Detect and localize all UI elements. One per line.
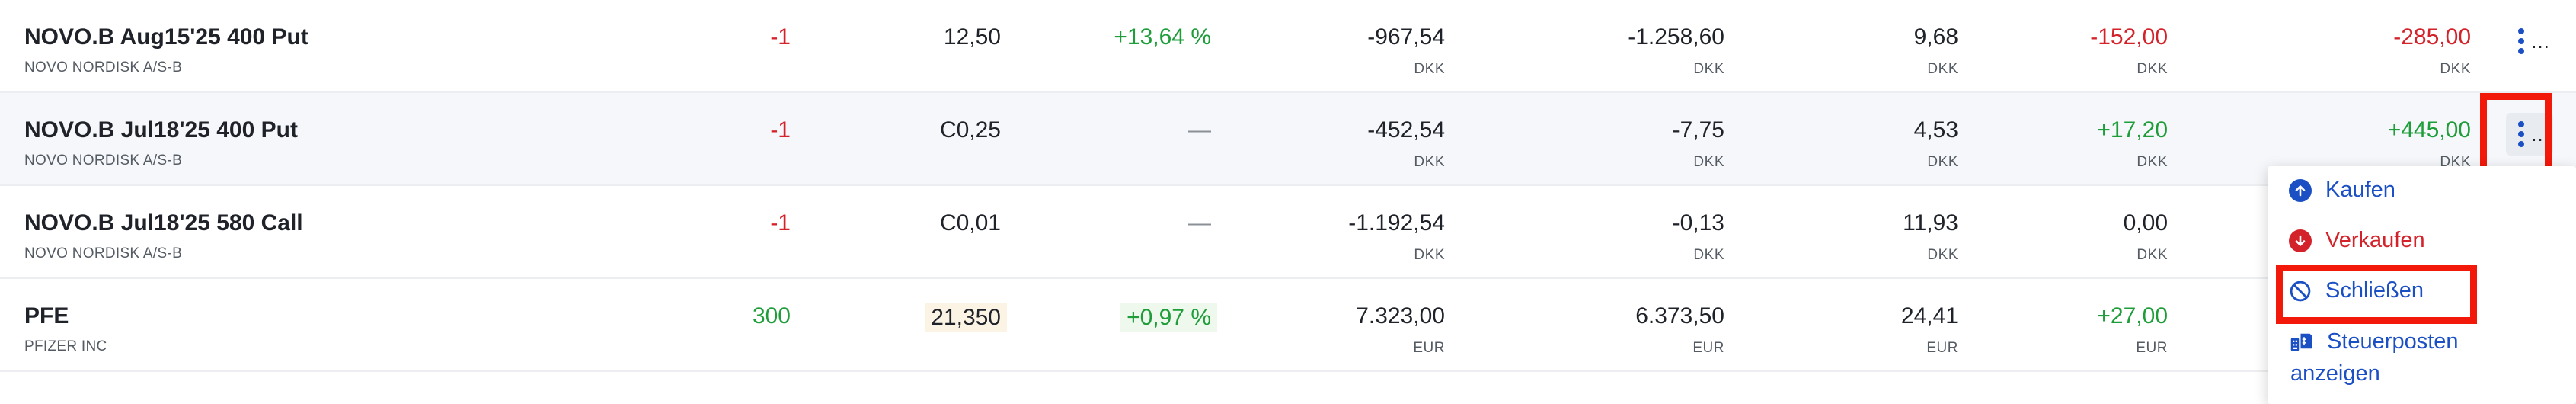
- price-cell: 21,350: [925, 303, 1007, 332]
- tax-document-icon: [2290, 331, 2313, 354]
- quantity: 300: [752, 303, 791, 329]
- menu-item-label: Schließen: [2325, 278, 2424, 303]
- change-percent: —: [1188, 210, 1211, 236]
- currency: DKK: [1693, 61, 1724, 77]
- currency: DKK: [1414, 247, 1445, 263]
- menu-item-sell[interactable]: Verkaufen: [2289, 228, 2425, 253]
- quantity: -1: [770, 210, 791, 236]
- total-pl: +445,00: [2387, 117, 2471, 143]
- market-value: -452,54: [1367, 117, 1445, 143]
- today-pl: -152,00: [2090, 24, 2168, 50]
- market-value: -967,54: [1367, 24, 1445, 50]
- menu-item-label: Steuerposten: [2327, 329, 2459, 354]
- gain-loss: -0,13: [1672, 210, 1724, 236]
- change-percent: +13,64 %: [1114, 24, 1211, 50]
- gain-loss: -7,75: [1672, 117, 1724, 143]
- price: 21,350: [925, 303, 1007, 332]
- currency: DKK: [1927, 247, 1958, 263]
- arrow-down-circle-icon: [2289, 229, 2312, 252]
- row-actions-button[interactable]: …: [2506, 113, 2553, 156]
- currency: DKK: [1927, 154, 1958, 170]
- gain-loss: 6.373,50: [1635, 303, 1724, 329]
- menu-item-close-position[interactable]: Schließen: [2289, 278, 2424, 303]
- instrument-description: NOVO NORDISK A/S-B: [24, 245, 183, 261]
- instrument-description: NOVO NORDISK A/S-B: [24, 152, 183, 168]
- ellipsis: …: [2530, 30, 2550, 53]
- instrument-name[interactable]: NOVO.B Jul18'25 580 Call: [24, 210, 303, 236]
- table-row[interactable]: NOVO.B Aug15'25 400 Put NOVO NORDISK A/S…: [0, 0, 2576, 93]
- table-row[interactable]: NOVO.B Jul18'25 400 Put NOVO NORDISK A/S…: [0, 93, 2576, 186]
- menu-item-label: anzeigen: [2290, 361, 2380, 386]
- menu-item-label: Kaufen: [2325, 178, 2395, 202]
- instrument-description: PFIZER INC: [24, 338, 107, 354]
- currency: EUR: [1413, 340, 1445, 356]
- arrow-up-circle-icon: [2289, 178, 2312, 202]
- daily-value: 24,41: [1900, 303, 1958, 329]
- market-value: -1.192,54: [1348, 210, 1445, 236]
- instrument-name[interactable]: NOVO.B Jul18'25 400 Put: [24, 117, 298, 143]
- daily-value: 9,68: [1913, 24, 1958, 50]
- instrument-description: NOVO NORDISK A/S-B: [24, 59, 183, 75]
- currency: DKK: [2137, 61, 2168, 77]
- change-percent-cell: +0,97 %: [1120, 303, 1217, 332]
- total-pl: -285,00: [2393, 24, 2471, 50]
- currency: EUR: [1692, 340, 1724, 356]
- instrument-name[interactable]: NOVO.B Aug15'25 400 Put: [24, 24, 308, 50]
- change-percent: +0,97 %: [1120, 303, 1217, 332]
- table-row[interactable]: NOVO.B Jul18'25 580 Call NOVO NORDISK A/…: [0, 186, 2576, 279]
- ellipsis: …: [2530, 123, 2550, 146]
- price: 12,50: [943, 24, 1001, 50]
- menu-item-tax-lots-line2[interactable]: anzeigen: [2290, 361, 2380, 386]
- instrument-name[interactable]: PFE: [24, 303, 69, 329]
- menu-item-label: Verkaufen: [2325, 228, 2425, 252]
- currency: EUR: [2136, 340, 2168, 356]
- currency: DKK: [1414, 61, 1445, 77]
- currency: DKK: [2440, 61, 2471, 77]
- table-row[interactable]: PFE PFIZER INC 300 21,350 +0,97 % 7.323,…: [0, 279, 2576, 372]
- quantity: -1: [770, 117, 791, 143]
- prohibited-icon: [2289, 280, 2312, 303]
- today-pl: 0,00: [2123, 210, 2168, 236]
- market-value: 7.323,00: [1356, 303, 1445, 329]
- positions-table: NOVO.B Aug15'25 400 Put NOVO NORDISK A/S…: [0, 0, 2576, 372]
- currency: DKK: [1927, 61, 1958, 77]
- row-actions-button[interactable]: …: [2506, 20, 2553, 63]
- currency: DKK: [2137, 247, 2168, 263]
- today-pl: +17,20: [2097, 117, 2168, 143]
- kebab-menu-icon: [2518, 121, 2524, 147]
- quantity: -1: [770, 24, 791, 50]
- row-actions-menu: Kaufen Verkaufen Schließen Steuerposten …: [2268, 166, 2576, 404]
- currency: DKK: [2137, 154, 2168, 170]
- currency: DKK: [1414, 154, 1445, 170]
- gain-loss: -1.258,60: [1628, 24, 1724, 50]
- today-pl: +27,00: [2097, 303, 2168, 329]
- menu-item-buy[interactable]: Kaufen: [2289, 178, 2395, 203]
- menu-item-tax-lots[interactable]: Steuerposten: [2290, 329, 2459, 354]
- daily-value: 4,53: [1913, 117, 1958, 143]
- change-percent: —: [1188, 117, 1211, 143]
- price: C0,01: [939, 210, 1001, 236]
- currency: DKK: [1693, 247, 1724, 263]
- daily-value: 11,93: [1903, 210, 1958, 236]
- currency: EUR: [1926, 340, 1958, 356]
- price: C0,25: [939, 117, 1001, 143]
- currency: DKK: [1693, 154, 1724, 170]
- kebab-menu-icon: [2518, 28, 2524, 54]
